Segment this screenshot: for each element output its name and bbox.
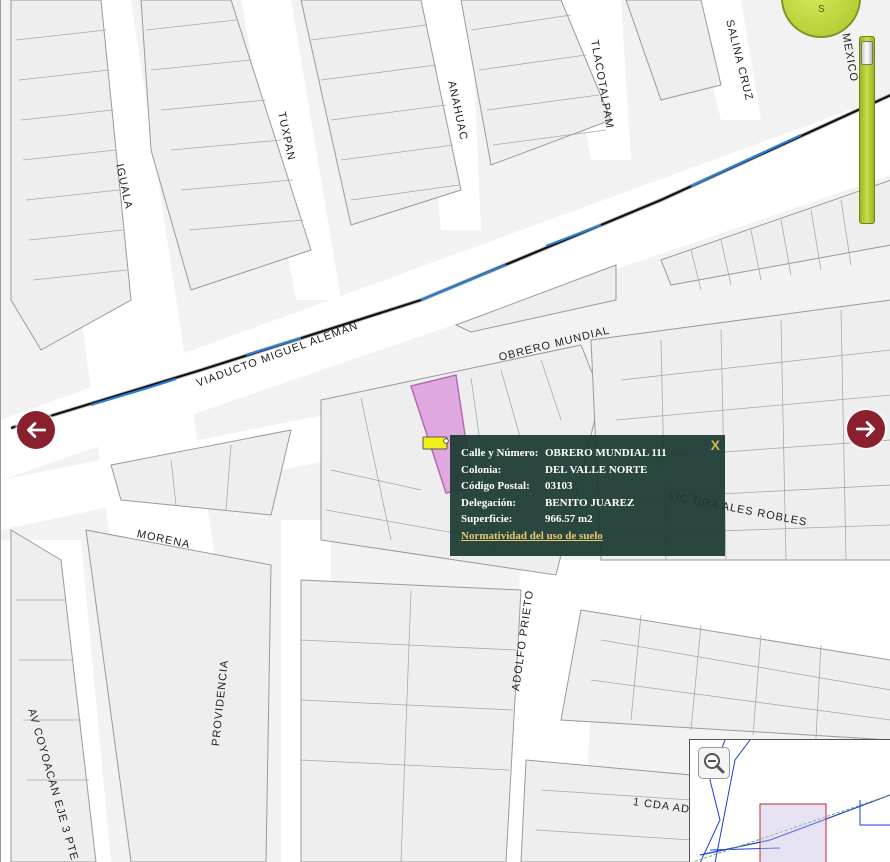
parcel-info-popup: X Calle y Número: OBRERO MUNDIAL 111 Col… [450, 435, 725, 556]
popup-row-address: Calle y Número: OBRERO MUNDIAL 111 [461, 445, 715, 462]
overview-zoom-out-button[interactable] [698, 747, 730, 779]
zoom-out-icon [704, 753, 725, 774]
popup-row-link: Normatividad del uso de suelo [461, 528, 715, 545]
popup-label-postal-code: Código Postal: [461, 480, 530, 493]
compass-south-label: S [818, 4, 825, 15]
overview-map[interactable] [689, 739, 890, 862]
popup-row-colonia: Colonia: DEL VALLE NORTE [461, 462, 715, 479]
popup-row-delegacion: Delegación: BENITO JUAREZ [461, 495, 715, 512]
parcel-pin-icon[interactable] [422, 436, 450, 450]
pan-right-button[interactable] [847, 410, 885, 448]
pan-left-button[interactable] [17, 411, 55, 449]
arrow-left-icon [27, 422, 47, 438]
map-base-layer [1, 0, 890, 862]
popup-label-address: Calle y Número: [461, 447, 539, 459]
popup-label-area: Superficie: [461, 513, 513, 526]
popup-value-address: OBRERO MUNDIAL 111 [545, 447, 667, 459]
popup-close-button[interactable]: X [711, 437, 720, 453]
popup-row-postal-code: Código Postal: 03103 [461, 478, 715, 495]
popup-label-delegacion: Delegación: [461, 496, 516, 509]
zoom-slider[interactable] [859, 36, 875, 224]
overview-extent-box [759, 803, 827, 862]
zoom-slider-handle[interactable] [861, 41, 873, 65]
arrow-right-icon [855, 421, 875, 437]
popup-value-postal-code: 03103 [545, 480, 573, 493]
popup-row-area: Superficie: 966.57 m2 [461, 511, 715, 528]
map-canvas[interactable]: IGUALA TUXPAN ANAHUAC TLACOTALPAM SALINA… [0, 0, 890, 862]
popup-value-colonia: DEL VALLE NORTE [545, 463, 648, 476]
land-use-link[interactable]: Normatividad del uso de suelo [461, 528, 603, 545]
popup-label-colonia: Colonia: [461, 463, 502, 476]
popup-value-area: 966.57 m2 [545, 513, 593, 526]
popup-value-delegacion: BENITO JUAREZ [545, 496, 635, 509]
